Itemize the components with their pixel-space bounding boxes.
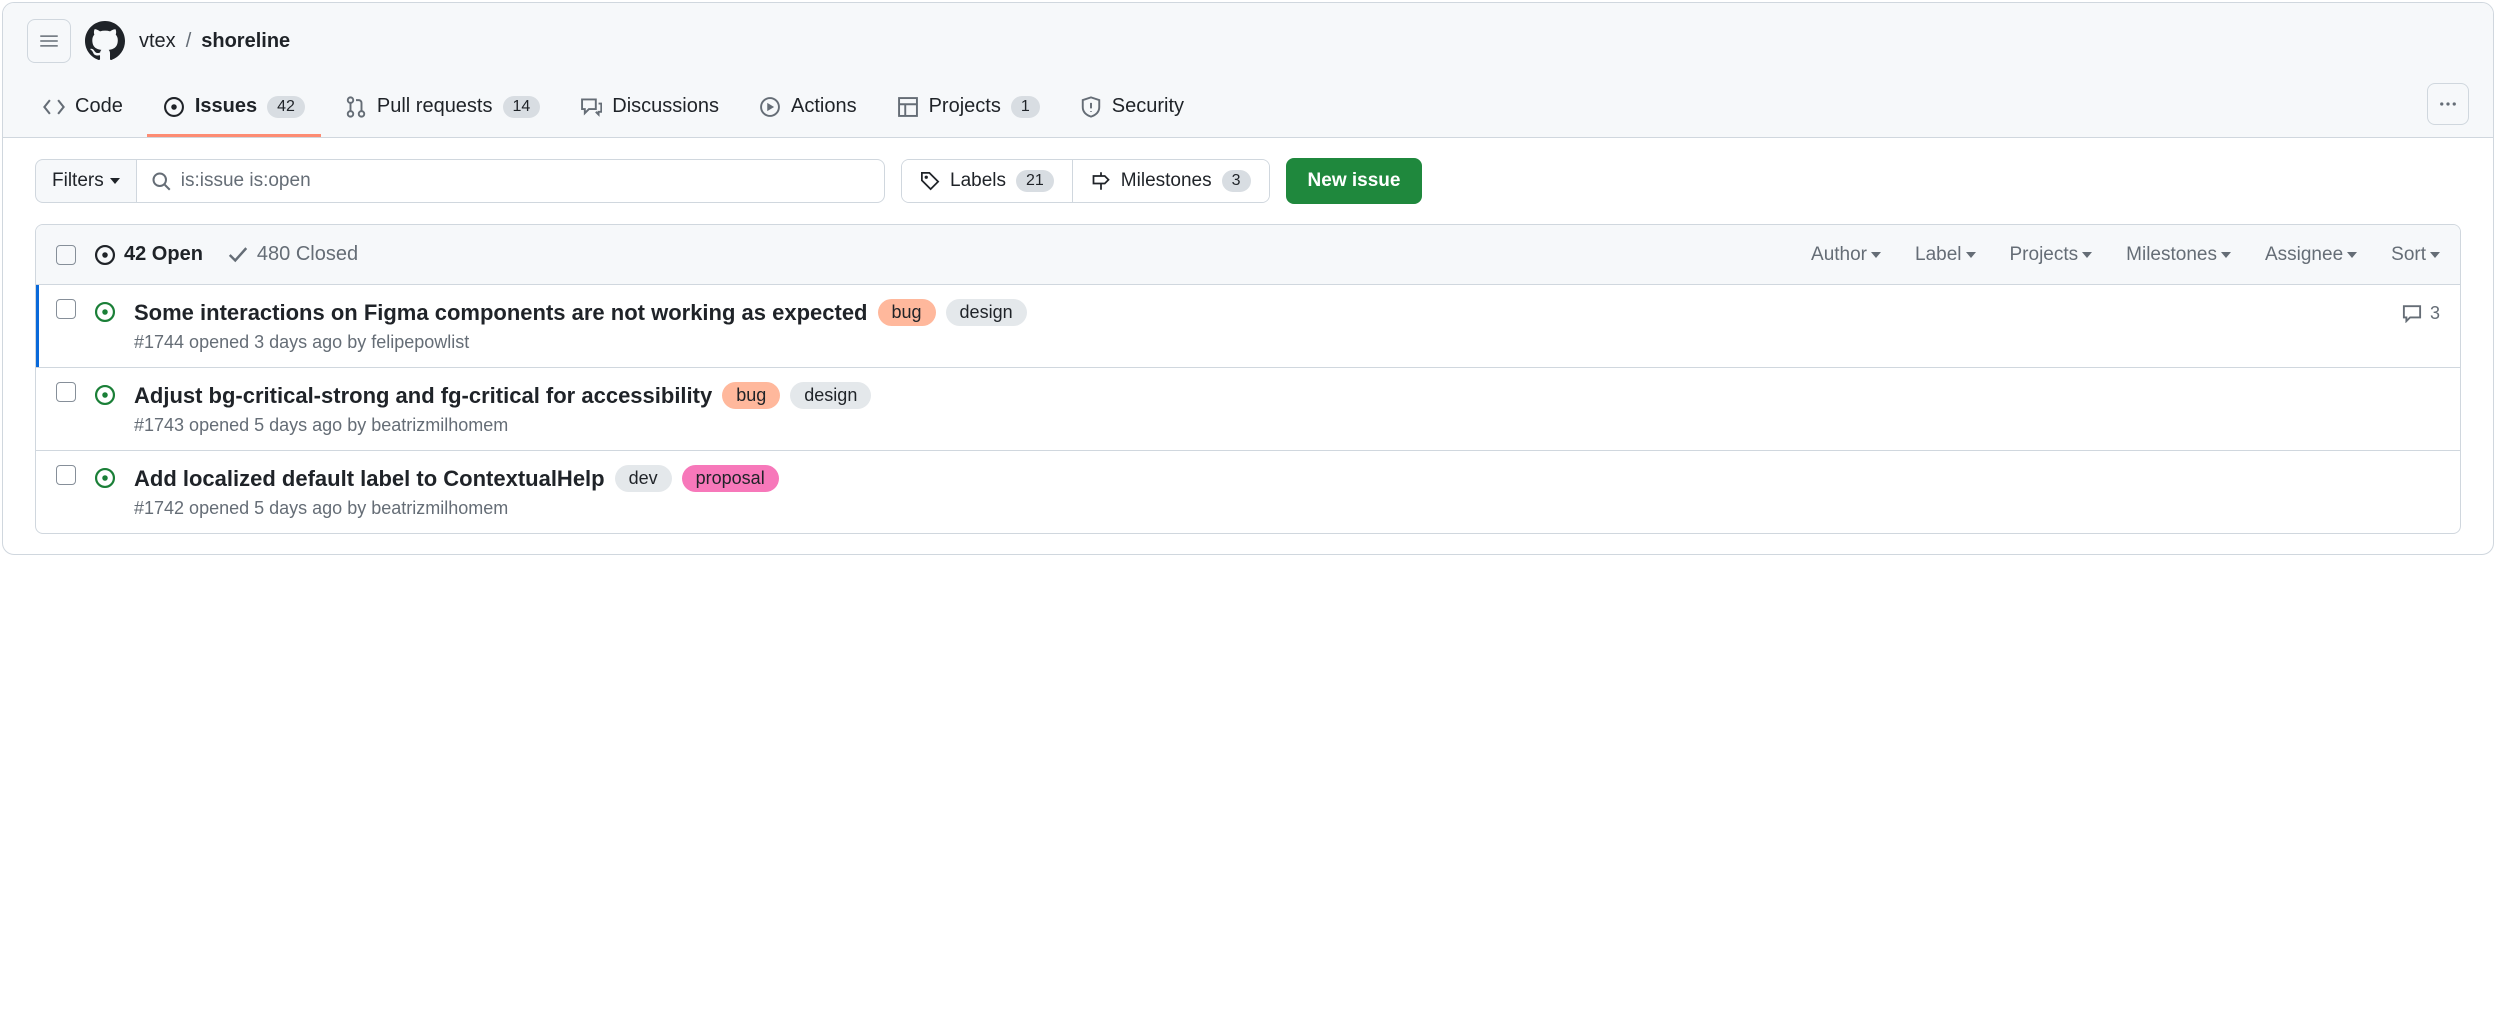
issue-open-icon bbox=[94, 467, 116, 519]
issue-label[interactable]: bug bbox=[878, 299, 936, 326]
issue-main: Adjust bg-critical-strong and fg-critica… bbox=[134, 382, 2440, 436]
select-all-checkbox[interactable] bbox=[56, 245, 76, 265]
filter-milestones[interactable]: Milestones bbox=[2126, 244, 2231, 266]
issue-main: Some interactions on Figma components ar… bbox=[134, 299, 2384, 353]
repo-header: vtex / shoreline Code Issues 42 Pull req… bbox=[3, 3, 2493, 138]
github-icon bbox=[85, 21, 125, 61]
caret-down-icon bbox=[1871, 252, 1881, 258]
shield-icon bbox=[1080, 96, 1102, 118]
caret-down-icon bbox=[2347, 252, 2357, 258]
projects-icon bbox=[897, 96, 919, 118]
nav-code[interactable]: Code bbox=[27, 83, 139, 137]
issue-open-icon bbox=[94, 244, 116, 266]
projects-count-badge: 1 bbox=[1011, 96, 1040, 118]
breadcrumb-repo[interactable]: shoreline bbox=[201, 30, 290, 53]
issue-open-icon bbox=[94, 384, 116, 436]
breadcrumb: vtex / shoreline bbox=[139, 30, 290, 53]
issue-row[interactable]: Adjust bg-critical-strong and fg-critica… bbox=[36, 367, 2460, 450]
check-icon bbox=[227, 244, 249, 266]
github-logo[interactable] bbox=[83, 19, 127, 63]
issues-toolbar: Filters Labels 21 Milestones 3 New issue bbox=[3, 138, 2493, 224]
labels-button[interactable]: Labels 21 bbox=[902, 160, 1072, 202]
issue-comments[interactable]: 3 bbox=[2402, 299, 2440, 353]
issue-list: 42 Open 480 Closed Author Label Projects… bbox=[35, 224, 2461, 534]
issue-title[interactable]: Add localized default label to Contextua… bbox=[134, 466, 605, 492]
issue-open-icon bbox=[94, 301, 116, 353]
nav-pull-requests[interactable]: Pull requests 14 bbox=[329, 83, 556, 137]
issue-main: Add localized default label to Contextua… bbox=[134, 465, 2440, 519]
caret-down-icon bbox=[110, 178, 120, 184]
milestone-icon bbox=[1091, 171, 1111, 191]
issue-row[interactable]: Add localized default label to Contextua… bbox=[36, 450, 2460, 533]
nav-issues[interactable]: Issues 42 bbox=[147, 83, 321, 137]
issue-label[interactable]: design bbox=[790, 382, 871, 409]
issue-meta: #1744 opened 3 days ago by felipepowlist bbox=[134, 332, 2384, 353]
issue-checkbox[interactable] bbox=[56, 465, 76, 485]
caret-down-icon bbox=[1966, 252, 1976, 258]
labels-milestones-group: Labels 21 Milestones 3 bbox=[901, 159, 1270, 203]
issue-label[interactable]: proposal bbox=[682, 465, 779, 492]
hamburger-menu-button[interactable] bbox=[27, 19, 71, 63]
breadcrumb-separator: / bbox=[182, 30, 196, 53]
nav-security[interactable]: Security bbox=[1064, 83, 1200, 137]
filter-projects[interactable]: Projects bbox=[2010, 244, 2093, 266]
code-icon bbox=[43, 96, 65, 118]
discussions-icon bbox=[580, 96, 602, 118]
closed-issues-tab[interactable]: 480 Closed bbox=[227, 243, 358, 266]
issue-icon bbox=[163, 96, 185, 118]
pull-request-icon bbox=[345, 96, 367, 118]
issue-row[interactable]: Some interactions on Figma components ar… bbox=[36, 285, 2460, 367]
milestones-count-badge: 3 bbox=[1222, 170, 1251, 192]
filter-sort[interactable]: Sort bbox=[2391, 244, 2440, 266]
pulls-count-badge: 14 bbox=[503, 96, 541, 118]
labels-count-badge: 21 bbox=[1016, 170, 1054, 192]
comment-count: 3 bbox=[2430, 303, 2440, 324]
nav-actions[interactable]: Actions bbox=[743, 83, 873, 137]
search-input-wrapper[interactable] bbox=[136, 159, 885, 203]
filter-assignee[interactable]: Assignee bbox=[2265, 244, 2357, 266]
comment-icon bbox=[2402, 303, 2422, 323]
caret-down-icon bbox=[2082, 252, 2092, 258]
issue-title[interactable]: Some interactions on Figma components ar… bbox=[134, 300, 868, 326]
search-icon bbox=[151, 171, 171, 191]
caret-down-icon bbox=[2221, 252, 2231, 258]
nav-discussions[interactable]: Discussions bbox=[564, 83, 735, 137]
search-input[interactable] bbox=[181, 170, 870, 192]
hamburger-icon bbox=[39, 31, 59, 51]
filter-label[interactable]: Label bbox=[1915, 244, 1976, 266]
filter-author[interactable]: Author bbox=[1811, 244, 1881, 266]
issue-list-header: 42 Open 480 Closed Author Label Projects… bbox=[36, 225, 2460, 285]
new-issue-button[interactable]: New issue bbox=[1286, 158, 1423, 204]
issues-count-badge: 42 bbox=[267, 96, 305, 118]
issue-checkbox[interactable] bbox=[56, 299, 76, 319]
filters-button[interactable]: Filters bbox=[35, 159, 136, 203]
caret-down-icon bbox=[2430, 252, 2440, 258]
issue-label[interactable]: dev bbox=[615, 465, 672, 492]
breadcrumb-owner[interactable]: vtex bbox=[139, 30, 176, 53]
milestones-button[interactable]: Milestones 3 bbox=[1072, 160, 1269, 202]
tag-icon bbox=[920, 171, 940, 191]
open-issues-tab[interactable]: 42 Open bbox=[94, 243, 203, 266]
issue-label[interactable]: bug bbox=[722, 382, 780, 409]
issue-meta: #1742 opened 5 days ago by beatrizmilhom… bbox=[134, 498, 2440, 519]
nav-overflow-button[interactable] bbox=[2427, 83, 2469, 125]
issue-label[interactable]: design bbox=[946, 299, 1027, 326]
nav-projects[interactable]: Projects 1 bbox=[881, 83, 1056, 137]
kebab-icon bbox=[2438, 94, 2458, 114]
issue-meta: #1743 opened 5 days ago by beatrizmilhom… bbox=[134, 415, 2440, 436]
issue-title[interactable]: Adjust bg-critical-strong and fg-critica… bbox=[134, 383, 712, 409]
actions-icon bbox=[759, 96, 781, 118]
issue-checkbox[interactable] bbox=[56, 382, 76, 402]
repo-nav: Code Issues 42 Pull requests 14 Discussi… bbox=[27, 83, 2469, 137]
